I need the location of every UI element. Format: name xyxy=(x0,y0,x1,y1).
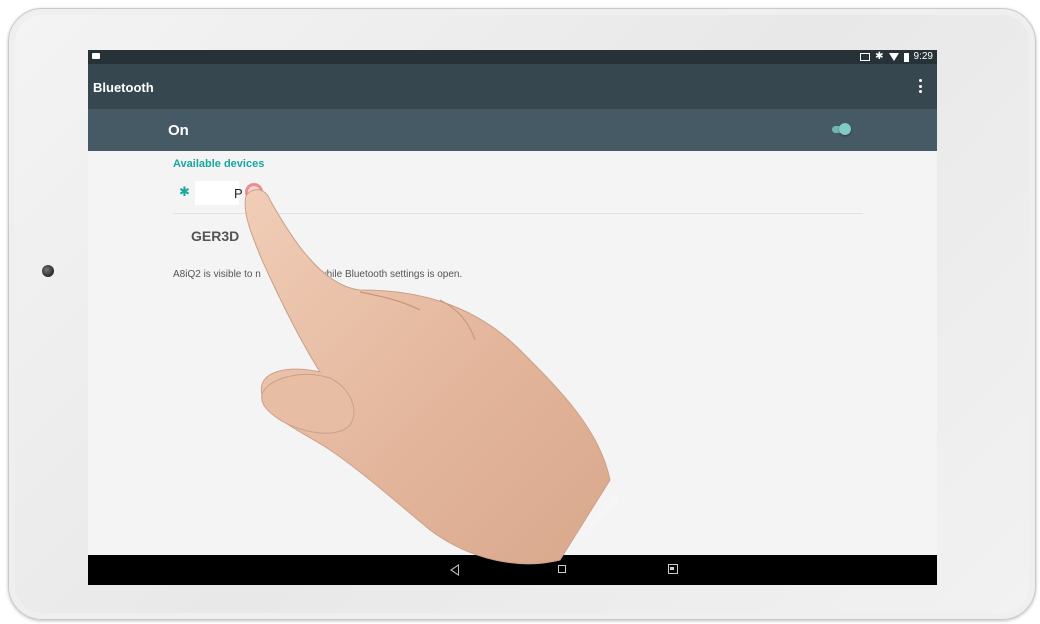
available-devices-header: Available devices xyxy=(173,158,265,170)
recent-apps-icon[interactable] xyxy=(668,564,678,574)
bluetooth-status-icon: ✱ xyxy=(875,51,884,62)
app-bar: Bluetooth xyxy=(88,64,937,109)
overflow-menu-icon[interactable] xyxy=(919,79,923,93)
page-title: Bluetooth xyxy=(93,80,154,95)
visibility-note: A8iQ2 is visible to n ices while Bluetoot… xyxy=(173,269,462,280)
bluetooth-icon: ✱ xyxy=(179,184,190,199)
navigation-bar xyxy=(88,555,937,585)
back-icon[interactable] xyxy=(450,564,459,576)
device-name: P xyxy=(234,186,243,201)
wifi-icon xyxy=(888,53,899,61)
device-screen: ✱ 9:29 Bluetooth On Available devices ✱ … xyxy=(88,50,937,585)
clock: 9:29 xyxy=(913,51,933,62)
home-icon[interactable] xyxy=(558,565,566,573)
notification-icon xyxy=(92,53,100,59)
front-camera-icon xyxy=(42,265,54,277)
visibility-note-end: ices while Bluetooth settings is open. xyxy=(298,269,463,280)
cast-icon xyxy=(860,53,871,61)
battery-icon xyxy=(903,52,909,62)
bluetooth-switch[interactable] xyxy=(832,123,851,135)
touch-indicator xyxy=(245,183,263,201)
switch-thumb xyxy=(839,123,851,135)
toggle-label: On xyxy=(168,122,189,139)
bluetooth-toggle-bar[interactable]: On xyxy=(88,109,937,151)
list-item-device[interactable]: ✱ P xyxy=(173,181,863,214)
status-icons: ✱ 9:29 xyxy=(860,51,933,63)
device-name-second[interactable]: GER3D xyxy=(191,228,239,244)
visibility-note-start: A8iQ2 is visible to n xyxy=(173,269,261,280)
redacted-device-name xyxy=(195,181,239,205)
settings-content: Available devices ✱ P GER3D A8iQ2 is vis… xyxy=(88,151,937,555)
status-bar: ✱ 9:29 xyxy=(88,50,937,64)
